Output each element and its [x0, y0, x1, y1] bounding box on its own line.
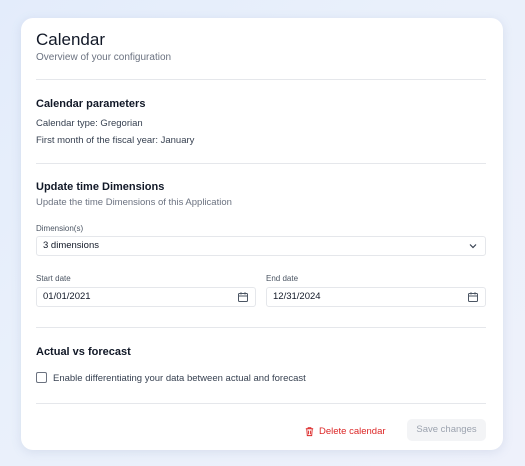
calendar-card: Calendar Overview of your configuration … — [21, 18, 503, 450]
end-date-label: End date — [266, 274, 299, 283]
delete-calendar-button[interactable]: Delete calendar — [304, 423, 386, 439]
forecast-checkbox[interactable] — [36, 372, 47, 383]
end-date-input[interactable]: 12/31/2024 — [266, 287, 486, 307]
forecast-checkbox-label[interactable]: Enable differentiating your data between… — [53, 373, 306, 384]
start-date-label: Start date — [36, 274, 71, 283]
calendar-type-text: Calendar type: Gregorian — [36, 118, 143, 129]
start-date-input[interactable]: 01/01/2021 — [36, 287, 256, 307]
trash-icon — [305, 426, 314, 436]
save-changes-button[interactable]: Save changes — [407, 419, 486, 441]
section-heading-calendar-parameters: Calendar parameters — [36, 98, 146, 110]
chevron-down-icon — [469, 244, 477, 249]
page-title: Calendar — [36, 30, 105, 49]
dimension-value: 3 dimensions — [43, 240, 99, 251]
dimension-select[interactable]: 3 dimensions — [36, 236, 486, 256]
time-dimensions-description: Update the time Dimensions of this Appli… — [36, 197, 232, 208]
fiscal-year-text: First month of the fiscal year: January — [36, 135, 195, 146]
page-subtitle: Overview of your configuration — [36, 52, 172, 63]
dimension-label: Dimension(s) — [36, 224, 84, 233]
start-date-value: 01/01/2021 — [43, 291, 91, 302]
divider — [36, 163, 486, 164]
divider — [36, 403, 486, 404]
delete-calendar-label: Delete calendar — [319, 425, 386, 437]
section-heading-time-dimensions: Update time Dimensions — [36, 181, 165, 193]
calendar-icon[interactable] — [237, 291, 249, 303]
divider — [36, 327, 486, 328]
divider — [36, 79, 486, 80]
section-heading-actual-vs-forecast: Actual vs forecast — [36, 346, 131, 358]
end-date-value: 12/31/2024 — [273, 291, 321, 302]
calendar-icon[interactable] — [467, 291, 479, 303]
